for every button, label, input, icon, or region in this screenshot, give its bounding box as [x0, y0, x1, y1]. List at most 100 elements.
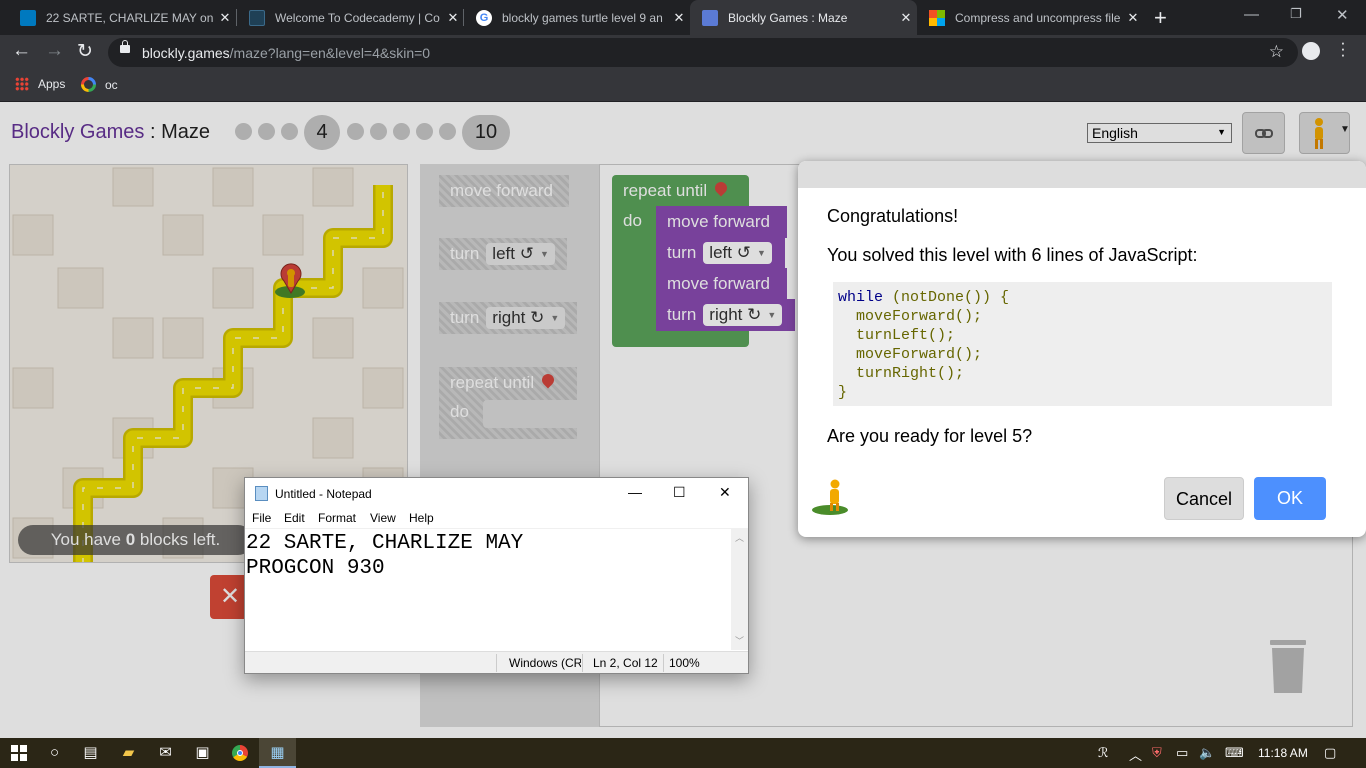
- dialog-ready-text: Are you ready for level 5?: [827, 426, 1033, 446]
- dialog-congrats: Congratulations!: [827, 206, 959, 226]
- text-line: PROGCON 930: [246, 557, 385, 580]
- notepad-statusbar: Windows (CR Ln 2, Col 12 100%: [245, 651, 748, 673]
- scroll-up-icon[interactable]: ︿: [735, 531, 744, 544]
- tab-title: Blockly Games : Maze: [728, 10, 848, 25]
- solution-code: while (notDone()) { moveForward(); turnL…: [833, 282, 1332, 406]
- code-line: }: [838, 384, 848, 401]
- congratulations-dialog: Congratulations! You solved this level w…: [798, 161, 1366, 537]
- volume-icon[interactable]: 🔈: [1199, 745, 1215, 761]
- restore-icon[interactable]: ❐: [1290, 6, 1302, 22]
- search-circle-icon[interactable]: ○: [36, 738, 73, 768]
- status-zoom: 100%: [669, 656, 700, 670]
- code-line: turnRight();: [838, 365, 965, 382]
- tab-title: 22 SARTE, CHARLIZE MAY on 2: [46, 10, 214, 25]
- tab-title: blockly games turtle level 9 an: [502, 10, 663, 25]
- menu-format[interactable]: Format: [318, 511, 356, 525]
- store-icon[interactable]: ▣: [184, 738, 221, 768]
- menu-view[interactable]: View: [370, 511, 396, 525]
- bookmark-apps[interactable]: Apps: [15, 77, 65, 91]
- close-window-icon[interactable]: ✕: [1336, 6, 1349, 24]
- bookmarks-bar: Apps oc: [0, 69, 1366, 102]
- apps-grid-icon: [15, 77, 29, 91]
- minimize-icon[interactable]: —: [1244, 6, 1259, 23]
- tab-codecademy[interactable]: Welcome To Codecademy | Co ✕: [237, 0, 464, 35]
- tab-microsoft[interactable]: Compress and uncompress file ✕: [917, 0, 1144, 35]
- status-divider: [582, 654, 583, 672]
- tab-google-search[interactable]: G blockly games turtle level 9 an ✕: [464, 0, 690, 35]
- minimize-icon[interactable]: —: [628, 484, 642, 500]
- status-line-endings: Windows (CR: [509, 656, 581, 670]
- file-explorer-icon[interactable]: ▰: [110, 738, 147, 768]
- code-line: moveForward();: [838, 346, 983, 363]
- dialog-solved-text: You solved this level with 6 lines of Ja…: [827, 245, 1198, 265]
- mail-icon[interactable]: ✉: [147, 738, 184, 768]
- code-line: moveForward();: [838, 308, 983, 325]
- tab-title: Compress and uncompress file: [955, 10, 1121, 25]
- address-bar[interactable]: blockly.games/maze?lang=en&level=4&skin=…: [108, 38, 1298, 67]
- task-view-icon[interactable]: ▤: [72, 738, 109, 768]
- ok-button[interactable]: OK: [1254, 477, 1326, 520]
- code-line: (notDone()) {: [883, 289, 1010, 306]
- blockly-icon: [702, 9, 718, 26]
- status-divider: [496, 654, 497, 672]
- chrome-icon[interactable]: [221, 738, 258, 768]
- menu-edit[interactable]: Edit: [284, 511, 305, 525]
- status-divider: [663, 654, 664, 672]
- browser-tab-strip: 22 SARTE, CHARLIZE MAY on 2 ✕ Welcome To…: [0, 0, 1366, 35]
- menu-kebab-icon[interactable]: · · ·: [1340, 34, 1346, 63]
- notifications-icon[interactable]: ▢: [1324, 745, 1336, 761]
- google-icon: G: [476, 9, 492, 26]
- tab-trello[interactable]: 22 SARTE, CHARLIZE MAY on 2 ✕: [8, 0, 236, 35]
- taskbar-clock[interactable]: 11:18 AM: [1258, 746, 1308, 760]
- bookmark-star-icon[interactable]: ☆: [1269, 42, 1284, 62]
- bookmark-label: Apps: [38, 77, 66, 91]
- window-title: Untitled - Notepad: [275, 487, 372, 501]
- pegman-icon: [812, 479, 848, 515]
- url-text: blockly.games/maze?lang=en&level=4&skin=…: [142, 45, 431, 61]
- keyboard-icon[interactable]: ⌨: [1225, 745, 1244, 761]
- menu-file[interactable]: File: [252, 511, 271, 525]
- browser-toolbar: ← → ↻ blockly.games/maze?lang=en&level=4…: [0, 35, 1366, 69]
- close-icon[interactable]: ✕: [214, 10, 236, 26]
- windows-taskbar: ○ ▤ ▰ ✉ ▣ ▦ ℛ ︿ ⛨ ▭ 🔈 ⌨ 11:18 AM ▢: [0, 738, 1366, 768]
- google-icon: [81, 77, 96, 92]
- vertical-scrollbar[interactable]: ︿ ﹀: [731, 528, 748, 650]
- network-icon[interactable]: ▭: [1176, 745, 1188, 761]
- close-icon[interactable]: ✕: [442, 10, 464, 26]
- notepad-window: Untitled - Notepad — ☐ ✕ File Edit Forma…: [244, 477, 749, 674]
- start-windows-icon[interactable]: [0, 738, 37, 768]
- new-tab-button[interactable]: +: [1154, 5, 1167, 31]
- people-icon[interactable]: ℛ: [1098, 745, 1108, 761]
- notepad-taskbar-icon[interactable]: ▦: [259, 738, 296, 768]
- notepad-text-area[interactable]: 22 SARTE, CHARLIZE MAY PROGCON 930: [245, 528, 731, 650]
- security-alert-icon[interactable]: ⛨: [1152, 745, 1162, 761]
- maximize-icon[interactable]: ☐: [673, 484, 686, 501]
- code-line: turnLeft();: [838, 327, 956, 344]
- reload-icon[interactable]: ↻: [77, 40, 93, 63]
- close-icon[interactable]: ✕: [895, 10, 917, 26]
- notepad-menubar: File Edit Format View Help: [245, 508, 748, 528]
- close-icon[interactable]: ✕: [668, 10, 690, 26]
- tab-blockly-maze[interactable]: Blockly Games : Maze ✕: [690, 0, 917, 35]
- dialog-header: [798, 161, 1366, 188]
- codecademy-icon: [249, 9, 265, 26]
- tab-title: Welcome To Codecademy | Co: [275, 10, 440, 25]
- chevron-up-icon[interactable]: ︿: [1129, 745, 1142, 764]
- forward-arrow-icon[interactable]: →: [45, 40, 64, 62]
- microsoft-icon: [929, 9, 945, 26]
- trello-icon: [20, 9, 36, 26]
- close-icon[interactable]: ✕: [1122, 10, 1144, 26]
- bookmark-label: oc: [105, 77, 118, 92]
- cancel-button[interactable]: Cancel: [1164, 477, 1244, 520]
- menu-help[interactable]: Help: [409, 511, 434, 525]
- code-keyword: while: [838, 289, 884, 306]
- notepad-titlebar[interactable]: Untitled - Notepad — ☐ ✕: [245, 478, 748, 508]
- back-arrow-icon[interactable]: ←: [12, 40, 31, 62]
- close-icon[interactable]: ✕: [719, 484, 731, 501]
- scroll-down-icon[interactable]: ﹀: [735, 634, 744, 647]
- status-cursor-position: Ln 2, Col 12: [593, 656, 658, 670]
- bookmark-oc[interactable]: oc: [81, 77, 118, 92]
- text-line: 22 SARTE, CHARLIZE MAY: [246, 532, 524, 555]
- account-avatar-icon[interactable]: [1302, 42, 1320, 60]
- notepad-icon: [255, 486, 268, 501]
